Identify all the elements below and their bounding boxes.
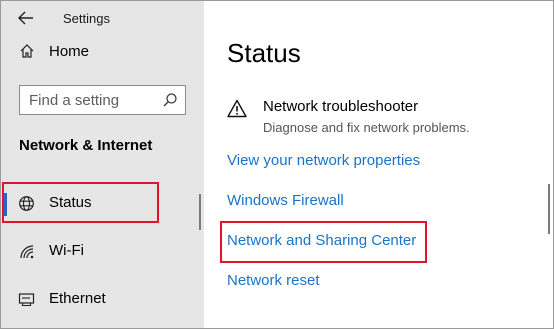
search-icon[interactable] — [162, 92, 178, 108]
selected-indicator — [3, 193, 7, 216]
sidebar-item-status[interactable]: Status — [1, 184, 204, 222]
troubleshooter-description: Diagnose and fix network problems. — [263, 120, 470, 135]
search-input[interactable] — [20, 86, 160, 114]
sidebar-item-label: Wi-Fi — [49, 242, 84, 259]
title-bar: Settings — [1, 1, 204, 35]
page-title: Status — [227, 38, 301, 68]
view-network-properties-link[interactable]: View your network properties — [227, 152, 420, 169]
warning-icon — [227, 99, 247, 118]
troubleshooter-title: Network troubleshooter — [263, 98, 419, 115]
sidebar-item-label: Status — [49, 194, 92, 211]
windows-firewall-link[interactable]: Windows Firewall — [227, 192, 344, 209]
network-sharing-center-link[interactable]: Network and Sharing Center — [227, 232, 416, 249]
back-arrow-icon — [18, 11, 33, 25]
sidebar-item-home[interactable]: Home — [1, 37, 204, 67]
ethernet-icon — [18, 293, 35, 307]
sidebar-item-label: Ethernet — [49, 290, 106, 307]
home-icon — [20, 44, 34, 58]
network-troubleshooter[interactable]: Network troubleshooter Diagnose and fix … — [227, 97, 527, 141]
sidebar-scrollbar[interactable] — [199, 194, 201, 230]
app-title: Settings — [63, 11, 110, 26]
sidebar-item-label: Home — [49, 43, 90, 60]
network-reset-link[interactable]: Network reset — [227, 272, 320, 289]
sidebar: Settings Home Network & Internet Status — [1, 1, 204, 328]
wifi-icon — [20, 245, 34, 259]
sidebar-item-wifi[interactable]: Wi-Fi — [1, 232, 204, 270]
back-button[interactable] — [16, 9, 36, 27]
globe-icon — [19, 196, 34, 211]
main-content: Status Network troubleshooter Diagnose a… — [204, 1, 553, 328]
section-title: Network & Internet — [19, 137, 153, 154]
sidebar-item-ethernet[interactable]: Ethernet — [1, 280, 204, 318]
main-scrollbar[interactable] — [548, 184, 550, 234]
settings-window: Settings Home Network & Internet Status — [0, 0, 554, 329]
search-box[interactable] — [19, 85, 186, 115]
